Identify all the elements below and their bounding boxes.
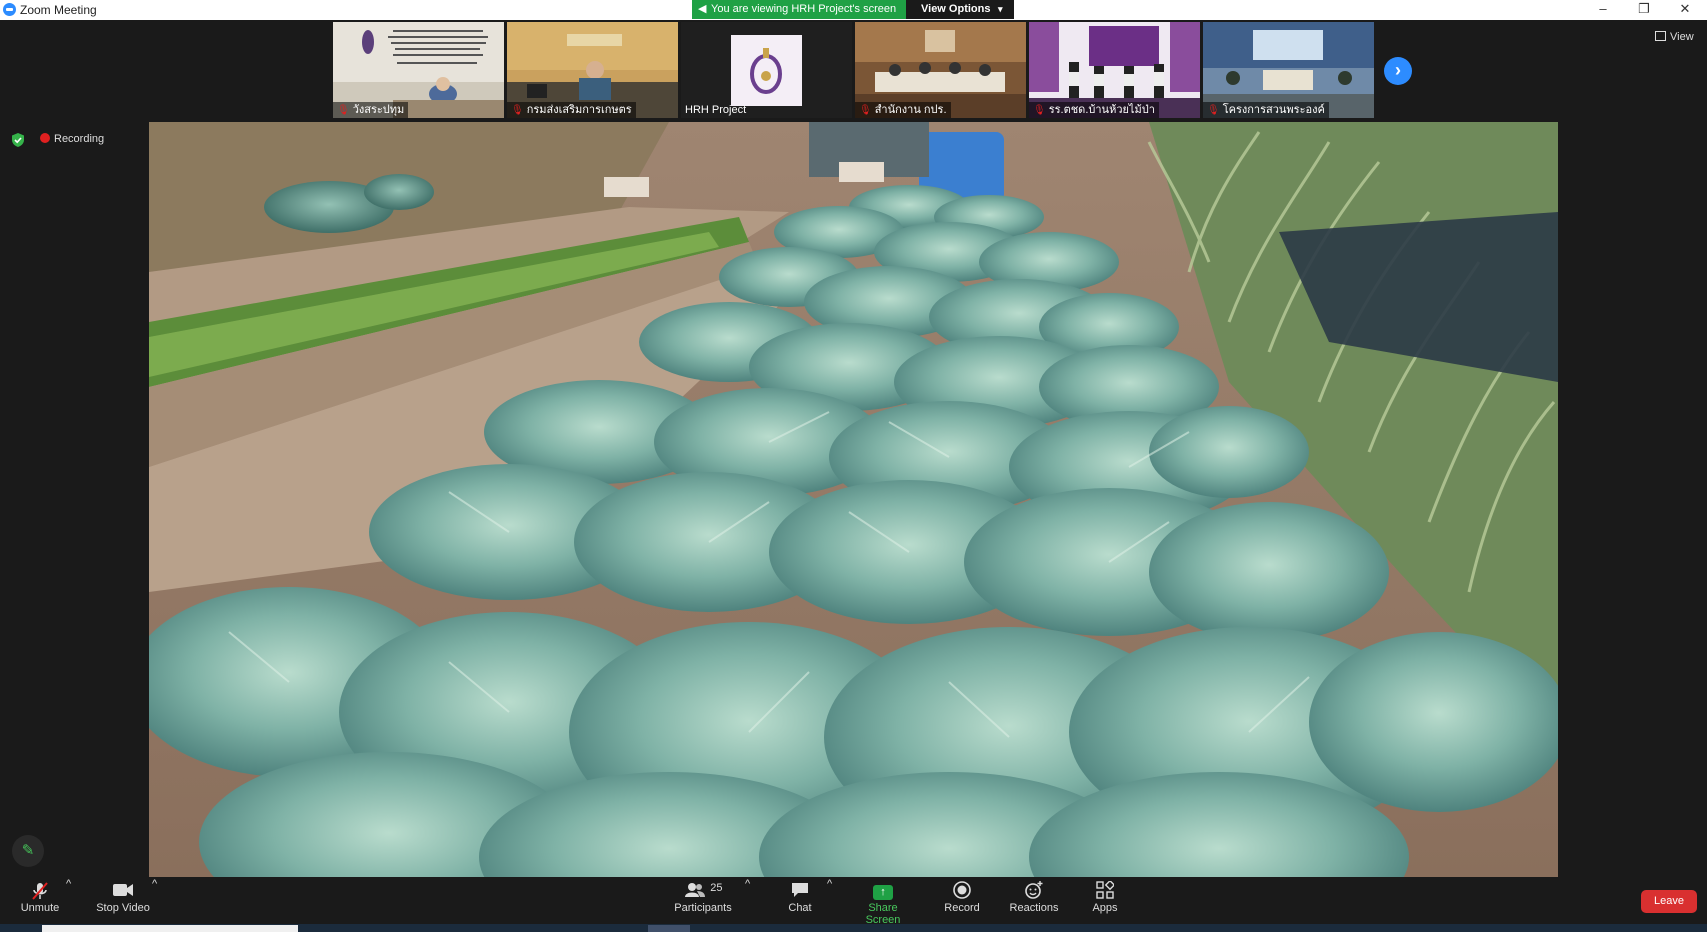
reactions-button[interactable]: Reactions xyxy=(1008,878,1060,914)
participant-name: 🎙 สำนักงาน กปร. xyxy=(855,102,951,118)
share-screen-icon: ↑ xyxy=(873,885,893,900)
participant-name: 🎙 โครงการสวนพระองค์ xyxy=(1203,102,1329,118)
minimize-button[interactable]: – xyxy=(1585,0,1621,20)
apps-button[interactable]: Apps xyxy=(1090,878,1120,914)
video-thumbnail[interactable]: 🎙 โครงการสวนพระองค์ xyxy=(1203,22,1374,118)
participants-icon: 25 xyxy=(672,878,734,902)
participant-name: 🎙 รร.ตชด.บ้านห้วยไม้ป่า xyxy=(1029,102,1159,118)
recording-dot-icon xyxy=(40,133,50,143)
stop-video-button[interactable]: Stop Video xyxy=(92,878,154,914)
window-title: Zoom Meeting xyxy=(20,3,97,17)
participant-name: 🎙 วังสระปทุม xyxy=(333,102,409,118)
muted-mic-icon xyxy=(12,878,68,902)
close-button[interactable]: ✕ xyxy=(1667,0,1703,20)
recording-indicator[interactable]: Recording xyxy=(40,133,104,145)
video-thumbnail[interactable]: HRH Project xyxy=(681,22,852,118)
participants-options-caret[interactable]: ^ xyxy=(745,878,750,890)
view-button[interactable]: View xyxy=(1655,31,1694,43)
record-button[interactable]: Record xyxy=(940,878,984,914)
annotate-button[interactable]: ✎ xyxy=(12,835,44,867)
chevron-down-icon: ▾ xyxy=(998,4,1003,14)
taskbar-search-box[interactable] xyxy=(42,925,298,932)
chat-options-caret[interactable]: ^ xyxy=(827,878,832,890)
participant-name: HRH Project xyxy=(685,104,747,116)
participant-name: 🎙 กรมส่งเสริมการเกษตร xyxy=(507,102,636,118)
muted-mic-icon: 🎙 xyxy=(1207,105,1220,116)
view-options-label: View Options xyxy=(921,3,991,15)
muted-mic-icon: 🎙 xyxy=(337,105,350,116)
video-thumbnail[interactable]: 🎙 วังสระปทุม xyxy=(333,22,504,118)
pencil-icon: ✎ xyxy=(21,842,35,859)
muted-mic-icon: 🎙 xyxy=(511,105,524,116)
video-thumbnail[interactable]: 🎙 กรมส่งเสริมการเกษตร xyxy=(507,22,678,118)
taskbar-app-item[interactable] xyxy=(648,925,690,932)
unmute-button[interactable]: Unmute xyxy=(12,878,68,914)
leave-button[interactable]: Leave xyxy=(1641,890,1697,913)
chat-button[interactable]: Chat xyxy=(780,878,820,914)
chevron-right-icon: › xyxy=(1395,60,1401,80)
meeting-toolbar: Unmute ^ Stop Video ^ 25 Participants ^ … xyxy=(0,878,1707,926)
security-shield-icon xyxy=(12,133,24,147)
view-options-button[interactable]: View Options ▾ xyxy=(906,0,1014,19)
video-thumbnail[interactable]: 🎙 รร.ตชด.บ้านห้วยไม้ป่า xyxy=(1029,22,1200,118)
next-page-button[interactable]: › xyxy=(1384,57,1412,85)
muted-mic-icon: 🎙 xyxy=(859,105,872,116)
audio-options-caret[interactable]: ^ xyxy=(66,878,71,890)
smiley-icon xyxy=(1008,878,1060,902)
sharing-banner-text: You are viewing HRH Project's screen xyxy=(711,3,897,15)
chat-bubble-icon xyxy=(780,878,820,902)
shared-screen xyxy=(149,122,1558,877)
video-thumbnail[interactable]: 🎙 สำนักงาน กปร. xyxy=(855,22,1026,118)
grid-view-icon xyxy=(1655,31,1666,41)
zoom-logo-icon xyxy=(3,3,16,16)
video-options-caret[interactable]: ^ xyxy=(152,878,157,890)
maximize-button[interactable]: ❐ xyxy=(1626,0,1662,20)
os-taskbar xyxy=(0,924,1707,932)
sharing-banner: ◀ You are viewing HRH Project's screen xyxy=(692,0,906,19)
participants-count: 25 xyxy=(710,882,723,894)
apps-icon xyxy=(1090,878,1120,902)
video-camera-icon xyxy=(92,878,154,902)
shared-screen-photo xyxy=(149,122,1558,877)
share-screen-button[interactable]: ↑ Share Screen xyxy=(850,878,916,926)
record-icon xyxy=(940,878,984,902)
muted-mic-icon: 🎙 xyxy=(1033,105,1046,116)
participants-button[interactable]: 25 Participants xyxy=(672,878,734,914)
speaker-icon: ◀ xyxy=(698,3,707,15)
